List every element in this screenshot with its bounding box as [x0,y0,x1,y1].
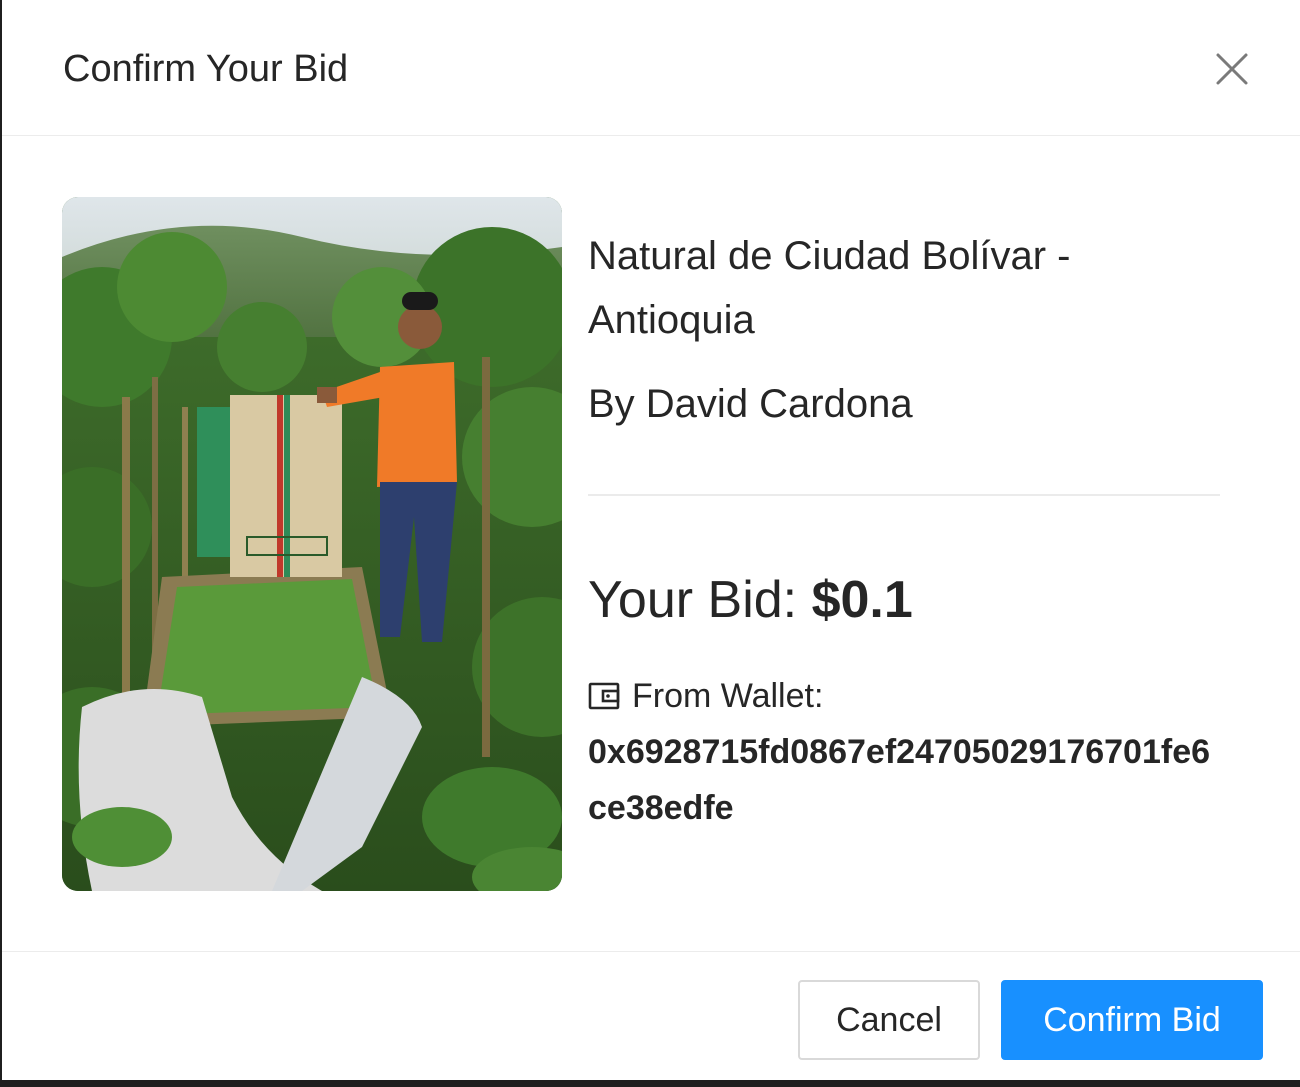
bid-label: Your Bid: [588,571,798,629]
wallet-address: 0x6928715fd0867ef24705029176701fe6ce38ed… [588,733,1211,827]
wallet-label: From Wallet: [632,677,824,715]
modal-footer: Cancel Confirm Bid [2,951,1300,1080]
modal-title: Confirm Your Bid [63,48,349,90]
product-info: Natural de Ciudad Bolívar - Antioquia By… [588,224,1228,436]
producer-name: By David Cardona [588,382,913,426]
confirm-bid-button[interactable]: Confirm Bid [1001,980,1263,1060]
modal-header: Confirm Your Bid [2,0,1300,136]
product-name: Natural de Ciudad Bolívar - Antioquia [588,234,1071,342]
product-image [62,197,562,891]
confirm-bid-modal: Confirm Your Bid Natural de Ciudad Bolív… [2,0,1300,1080]
close-button[interactable] [1208,45,1256,93]
bid-amount: $0.1 [811,571,913,629]
bid-summary: Your Bid: $0.1 [588,568,913,632]
cancel-button[interactable]: Cancel [798,980,980,1060]
divider [588,494,1220,496]
wallet-line: From Wallet: [588,672,823,720]
modal-body: Natural de Ciudad Bolívar - Antioquia By… [2,136,1300,951]
wallet-icon [588,680,620,712]
close-icon [1215,52,1249,86]
